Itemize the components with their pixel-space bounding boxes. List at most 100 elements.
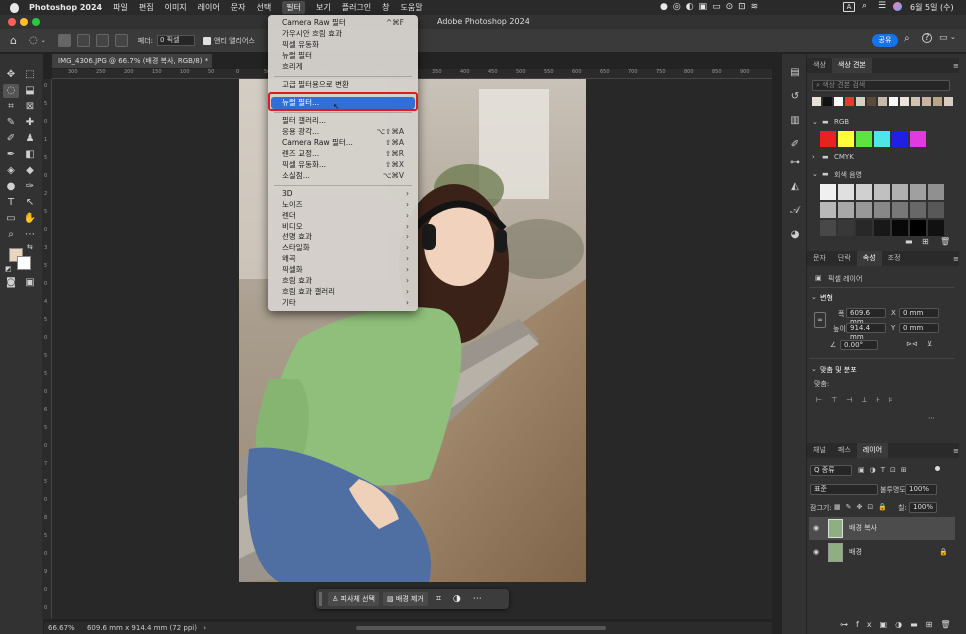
horizontal-scrollbar[interactable] bbox=[356, 626, 606, 630]
workspace-icon[interactable]: ▭ bbox=[939, 33, 948, 43]
minimize-icon[interactable] bbox=[20, 18, 28, 26]
ruler-vertical[interactable]: 0 5 0 1 5 0 2 5 0 3 5 0 4 5 0 5 5 0 6 5 … bbox=[42, 79, 52, 619]
app-menu[interactable]: Photoshop 2024 bbox=[29, 3, 102, 12]
menu-item[interactable]: 고급 필터용으로 변환 bbox=[268, 80, 418, 90]
menu-item[interactable]: 가우시안 흐림 효과 bbox=[268, 29, 418, 39]
submenu-item[interactable]: 선명 효과 › bbox=[268, 232, 418, 242]
tab-paragraph[interactable]: 단락 bbox=[832, 251, 857, 266]
pen-icon[interactable]: ✑ bbox=[22, 180, 38, 194]
panel-menu-icon[interactable]: ≡ bbox=[953, 62, 959, 70]
search-icon[interactable]: ⌕ bbox=[904, 33, 910, 44]
menu-item[interactable]: 픽셀 유동화... ⇧⌘X bbox=[268, 160, 418, 170]
brush-icon[interactable]: ✐ bbox=[3, 132, 19, 146]
swatch[interactable] bbox=[856, 131, 872, 147]
menu-type[interactable]: 문자 bbox=[231, 2, 246, 13]
stamp-icon[interactable]: ♟ bbox=[22, 132, 38, 146]
submenu-item[interactable]: 3D › bbox=[268, 189, 418, 199]
lasso-tool-icon[interactable]: ◌ bbox=[29, 35, 38, 46]
zoom-icon[interactable] bbox=[32, 18, 40, 26]
zoom-icon[interactable]: ⌕ bbox=[3, 228, 19, 242]
color-wheel-icon[interactable]: ◕ bbox=[787, 228, 803, 242]
bucket-icon[interactable]: ◈ bbox=[3, 164, 19, 178]
help-icon[interactable]: ? bbox=[922, 33, 932, 43]
opacity-input[interactable]: 100% bbox=[905, 484, 937, 495]
swatch[interactable] bbox=[933, 97, 942, 106]
glyphs-icon[interactable]: 𝒜 bbox=[787, 204, 803, 218]
new-selection-icon[interactable] bbox=[57, 34, 71, 47]
layer-filter-select[interactable]: Q 종류 bbox=[810, 465, 852, 476]
panel-menu-icon[interactable]: ≡ bbox=[953, 255, 959, 263]
eraser-icon[interactable]: ◧ bbox=[22, 148, 38, 162]
more-icon[interactable]: ⋯ bbox=[473, 594, 482, 604]
swatch[interactable] bbox=[910, 202, 926, 218]
menu-plugins[interactable]: 플러그인 bbox=[342, 2, 371, 13]
adjustments-icon[interactable]: ⊶ bbox=[787, 156, 803, 170]
siri-icon[interactable] bbox=[893, 2, 902, 11]
submenu-item[interactable]: 기타 › bbox=[268, 298, 418, 308]
crop-tool-icon[interactable]: ⌗ bbox=[3, 100, 19, 114]
swatch[interactable] bbox=[874, 220, 890, 236]
history-brush-icon[interactable]: ✒ bbox=[3, 148, 19, 162]
swatch[interactable] bbox=[910, 184, 926, 200]
swatch[interactable] bbox=[856, 202, 872, 218]
flip-horizontal-icon[interactable]: ⊳⊲ bbox=[906, 340, 918, 348]
trash-icon[interactable]: 🗑 bbox=[940, 237, 950, 246]
tab-channels[interactable]: 채널 bbox=[807, 443, 832, 458]
angle-input[interactable]: 0.00° bbox=[840, 340, 878, 350]
hand-icon[interactable]: ✋ bbox=[22, 212, 38, 226]
swap-colors-icon[interactable]: ⇆ bbox=[27, 243, 33, 251]
more-icon[interactable]: ⋯ bbox=[928, 414, 935, 422]
menu-edit[interactable]: 편집 bbox=[139, 2, 154, 13]
menu-view[interactable]: 보기 bbox=[316, 2, 331, 13]
control-center-icon[interactable]: ☰ bbox=[878, 1, 886, 11]
dodge-icon[interactable]: ● bbox=[3, 180, 19, 194]
search-icon[interactable]: ⌕ bbox=[862, 1, 867, 11]
lasso-tool-icon[interactable]: ◌ bbox=[3, 84, 19, 98]
menu-file[interactable]: 파일 bbox=[113, 2, 128, 13]
swatch[interactable] bbox=[820, 202, 836, 218]
width-input[interactable]: 609.6 mm bbox=[846, 308, 886, 326]
brushes-icon[interactable]: ✐ bbox=[787, 138, 803, 152]
tab-adjustments[interactable]: 조정 bbox=[882, 251, 907, 266]
submenu-item[interactable]: 비디오 › bbox=[268, 222, 418, 232]
history-icon[interactable]: ↺ bbox=[787, 90, 803, 104]
submenu-item[interactable]: 픽셀화 › bbox=[268, 265, 418, 275]
type-tool-icon[interactable]: T bbox=[3, 196, 19, 210]
swatch[interactable] bbox=[820, 184, 836, 200]
subtract-selection-icon[interactable] bbox=[95, 34, 109, 47]
intersect-selection-icon[interactable] bbox=[114, 34, 128, 47]
swatch[interactable] bbox=[856, 97, 865, 106]
swatch-search-input[interactable]: ⌕ 색상 견본 검색 bbox=[812, 80, 950, 91]
swatch[interactable] bbox=[878, 97, 887, 106]
menu-help[interactable]: 도움말 bbox=[401, 2, 423, 13]
default-colors-icon[interactable]: ◩ bbox=[5, 265, 12, 273]
menu-filter[interactable]: 필터 bbox=[282, 1, 305, 14]
swatch[interactable] bbox=[892, 220, 908, 236]
document-info[interactable]: 609.6 mm x 914.4 mm (72 ppi) bbox=[87, 624, 197, 632]
menu-item[interactable]: 소실점... ⌥⌘V bbox=[268, 171, 418, 181]
swatch[interactable] bbox=[910, 131, 926, 147]
swatch[interactable] bbox=[892, 202, 908, 218]
submenu-item[interactable]: 흐림 효과 › bbox=[268, 276, 418, 286]
drag-handle[interactable] bbox=[319, 592, 322, 606]
menu-image[interactable]: 이미지 bbox=[165, 2, 187, 13]
swatch[interactable] bbox=[928, 202, 944, 218]
link-icon[interactable]: ∞ bbox=[814, 312, 826, 328]
menu-item[interactable]: 흐리게 bbox=[268, 62, 418, 72]
blur-icon[interactable]: ◆ bbox=[22, 164, 38, 178]
shapes-icon[interactable]: ◭ bbox=[787, 180, 803, 194]
learn-icon[interactable]: ▤ bbox=[787, 66, 803, 80]
fill-input[interactable]: 100% bbox=[909, 502, 937, 513]
tab-paths[interactable]: 패스 bbox=[832, 443, 857, 458]
swatch[interactable] bbox=[856, 220, 872, 236]
eye-icon[interactable]: ◉ bbox=[813, 541, 819, 564]
spot-heal-icon[interactable]: ✚ bbox=[22, 116, 38, 130]
frame-tool-icon[interactable]: ⊠ bbox=[22, 100, 38, 114]
chevron-down-icon[interactable]: ⌄ bbox=[811, 293, 817, 301]
menu-item[interactable]: Camera Raw 필터 ^⌘F bbox=[268, 18, 418, 28]
chevron-right-icon[interactable]: › bbox=[203, 624, 206, 632]
flip-vertical-icon[interactable]: ⊻ bbox=[927, 340, 932, 348]
submenu-item[interactable]: 스타일화 › bbox=[268, 243, 418, 253]
filter-toggle-icon[interactable] bbox=[935, 466, 940, 471]
menu-window[interactable]: 창 bbox=[382, 2, 389, 13]
